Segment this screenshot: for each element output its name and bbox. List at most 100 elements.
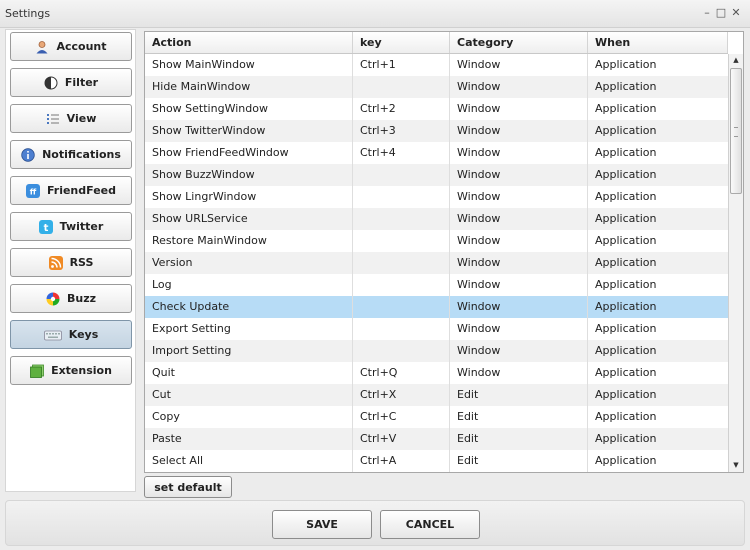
table-row[interactable]: Show BuzzWindow Window Application bbox=[145, 164, 728, 186]
cell-category: Window bbox=[450, 120, 588, 142]
cell-action: Export Setting bbox=[145, 318, 353, 340]
cell-action: Hide MainWindow bbox=[145, 76, 353, 98]
cell-action: Show TwitterWindow bbox=[145, 120, 353, 142]
cell-action: Show MainWindow bbox=[145, 54, 353, 76]
cell-category: Window bbox=[450, 142, 588, 164]
scroll-down-icon[interactable]: ▼ bbox=[729, 459, 743, 472]
cell-key bbox=[353, 208, 450, 230]
table-row[interactable]: Export Setting Window Application bbox=[145, 318, 728, 340]
cell-action: Log bbox=[145, 274, 353, 296]
rss-icon bbox=[48, 255, 63, 270]
cell-key bbox=[353, 230, 450, 252]
cell-when: Application bbox=[595, 190, 657, 203]
cell-key: Ctrl+V bbox=[353, 428, 450, 450]
sidebar-item-label: Account bbox=[56, 40, 107, 53]
sidebar-item-friendfeed[interactable]: ff FriendFeed bbox=[10, 176, 132, 205]
cell-category: Window bbox=[450, 98, 588, 120]
sidebar-item-extension[interactable]: Extension bbox=[10, 356, 132, 385]
cell-category: Edit bbox=[450, 406, 588, 428]
sidebar-item-account[interactable]: Account bbox=[10, 32, 132, 61]
cell-when: Application bbox=[595, 80, 657, 93]
filter-icon bbox=[44, 76, 58, 90]
table-row[interactable]: Show MainWindow Ctrl+1 Window Application bbox=[145, 54, 728, 76]
cell-key bbox=[353, 164, 450, 186]
table-row[interactable]: Import Setting Window Application bbox=[145, 340, 728, 362]
keyboard-icon bbox=[43, 328, 62, 342]
cell-key bbox=[353, 76, 450, 98]
table-row[interactable]: Cut Ctrl+X Edit Application bbox=[145, 384, 728, 406]
table-row[interactable]: Show URLService Window Application bbox=[145, 208, 728, 230]
cell-key: Ctrl+2 bbox=[353, 98, 450, 120]
column-header-action[interactable]: Action bbox=[145, 32, 353, 53]
cell-category: Window bbox=[450, 318, 588, 340]
cell-category: Edit bbox=[450, 450, 588, 472]
cell-category: Edit bbox=[450, 428, 588, 450]
cell-action: Show LingrWindow bbox=[145, 186, 353, 208]
cell-category: Window bbox=[450, 186, 588, 208]
cell-key bbox=[353, 318, 450, 340]
cell-action: Copy bbox=[145, 406, 353, 428]
cell-when: Application bbox=[595, 388, 657, 401]
sidebar-item-twitter[interactable]: t Twitter bbox=[10, 212, 132, 241]
cell-key bbox=[353, 186, 450, 208]
sidebar-item-filter[interactable]: Filter bbox=[10, 68, 132, 97]
table-row[interactable]: Copy Ctrl+C Edit Application bbox=[145, 406, 728, 428]
cell-key: Ctrl+Q bbox=[353, 362, 450, 384]
cell-when: Application bbox=[595, 410, 657, 423]
cell-key: Ctrl+1 bbox=[353, 54, 450, 76]
cell-when: Application bbox=[595, 212, 657, 225]
sidebar-item-buzz[interactable]: Buzz bbox=[10, 284, 132, 313]
cell-category: Window bbox=[450, 54, 588, 76]
cell-key: Ctrl+X bbox=[353, 384, 450, 406]
sidebar-item-label: RSS bbox=[69, 256, 94, 269]
table-row[interactable]: Quit Ctrl+Q Window Application bbox=[145, 362, 728, 384]
cancel-button[interactable]: CANCEL bbox=[380, 510, 480, 539]
cell-action: Paste bbox=[145, 428, 353, 450]
sidebar-item-keys[interactable]: Keys bbox=[10, 320, 132, 349]
cell-when: Application bbox=[595, 58, 657, 71]
table-row[interactable]: Restore MainWindow Window Application bbox=[145, 230, 728, 252]
cell-action: Check Update bbox=[145, 296, 353, 318]
table-header: Action key Category When bbox=[145, 32, 728, 54]
table-row[interactable]: Show TwitterWindow Ctrl+3 Window Applicatio… bbox=[145, 120, 728, 142]
svg-text:ff: ff bbox=[30, 187, 37, 196]
scroll-up-icon[interactable]: ▲ bbox=[729, 54, 743, 67]
table-scrollbar[interactable]: ▲ ▼ bbox=[728, 54, 743, 472]
cell-action: Cut bbox=[145, 384, 353, 406]
scrollbar-thumb[interactable] bbox=[730, 68, 742, 194]
table-row[interactable]: Paste Ctrl+V Edit Application bbox=[145, 428, 728, 450]
cell-when: Application bbox=[595, 234, 657, 247]
table-row[interactable]: Hide MainWindow Window Application bbox=[145, 76, 728, 98]
sidebar-item-label: Twitter bbox=[59, 220, 104, 233]
save-button[interactable]: SAVE bbox=[272, 510, 372, 539]
cell-key: Ctrl+A bbox=[353, 450, 450, 472]
table-row[interactable]: Show FriendFeedWindow Ctrl+4 Window Applica… bbox=[145, 142, 728, 164]
sidebar-item-rss[interactable]: RSS bbox=[10, 248, 132, 277]
minimize-icon[interactable]: – bbox=[701, 6, 713, 20]
column-header-category[interactable]: Category bbox=[450, 32, 588, 53]
sidebar-item-notifications[interactable]: Notifications bbox=[10, 140, 132, 169]
column-header-key[interactable]: key bbox=[353, 32, 450, 53]
table-row[interactable]: Show LingrWindow Window Application bbox=[145, 186, 728, 208]
sidebar-item-label: Keys bbox=[68, 328, 99, 341]
column-header-when[interactable]: When bbox=[588, 32, 728, 53]
table-row[interactable]: Check Update Window Application bbox=[145, 296, 728, 318]
cell-action: Show BuzzWindow bbox=[145, 164, 353, 186]
table-row[interactable]: Select All Ctrl+A Edit Application bbox=[145, 450, 728, 472]
table-row[interactable]: Log Window Application bbox=[145, 274, 728, 296]
table-row[interactable]: Show SettingWindow Ctrl+2 Window Applicatio… bbox=[145, 98, 728, 120]
maximize-icon[interactable]: □ bbox=[715, 6, 727, 20]
cell-action: Show URLService bbox=[145, 208, 353, 230]
sidebar-item-view[interactable]: View bbox=[10, 104, 132, 133]
cell-category: Window bbox=[450, 208, 588, 230]
keys-table: Action key Category When Show MainWindow… bbox=[144, 31, 744, 473]
table-body: Show MainWindow Ctrl+1 Window Application Hi… bbox=[145, 54, 728, 472]
close-icon[interactable]: ✕ bbox=[730, 6, 742, 20]
svg-text:t: t bbox=[43, 223, 48, 234]
cell-action: Version bbox=[145, 252, 353, 274]
cell-key bbox=[353, 340, 450, 362]
cell-category: Window bbox=[450, 362, 588, 384]
table-row[interactable]: Version Window Application bbox=[145, 252, 728, 274]
cell-action: Import Setting bbox=[145, 340, 353, 362]
set-default-button[interactable]: set default bbox=[144, 476, 232, 498]
